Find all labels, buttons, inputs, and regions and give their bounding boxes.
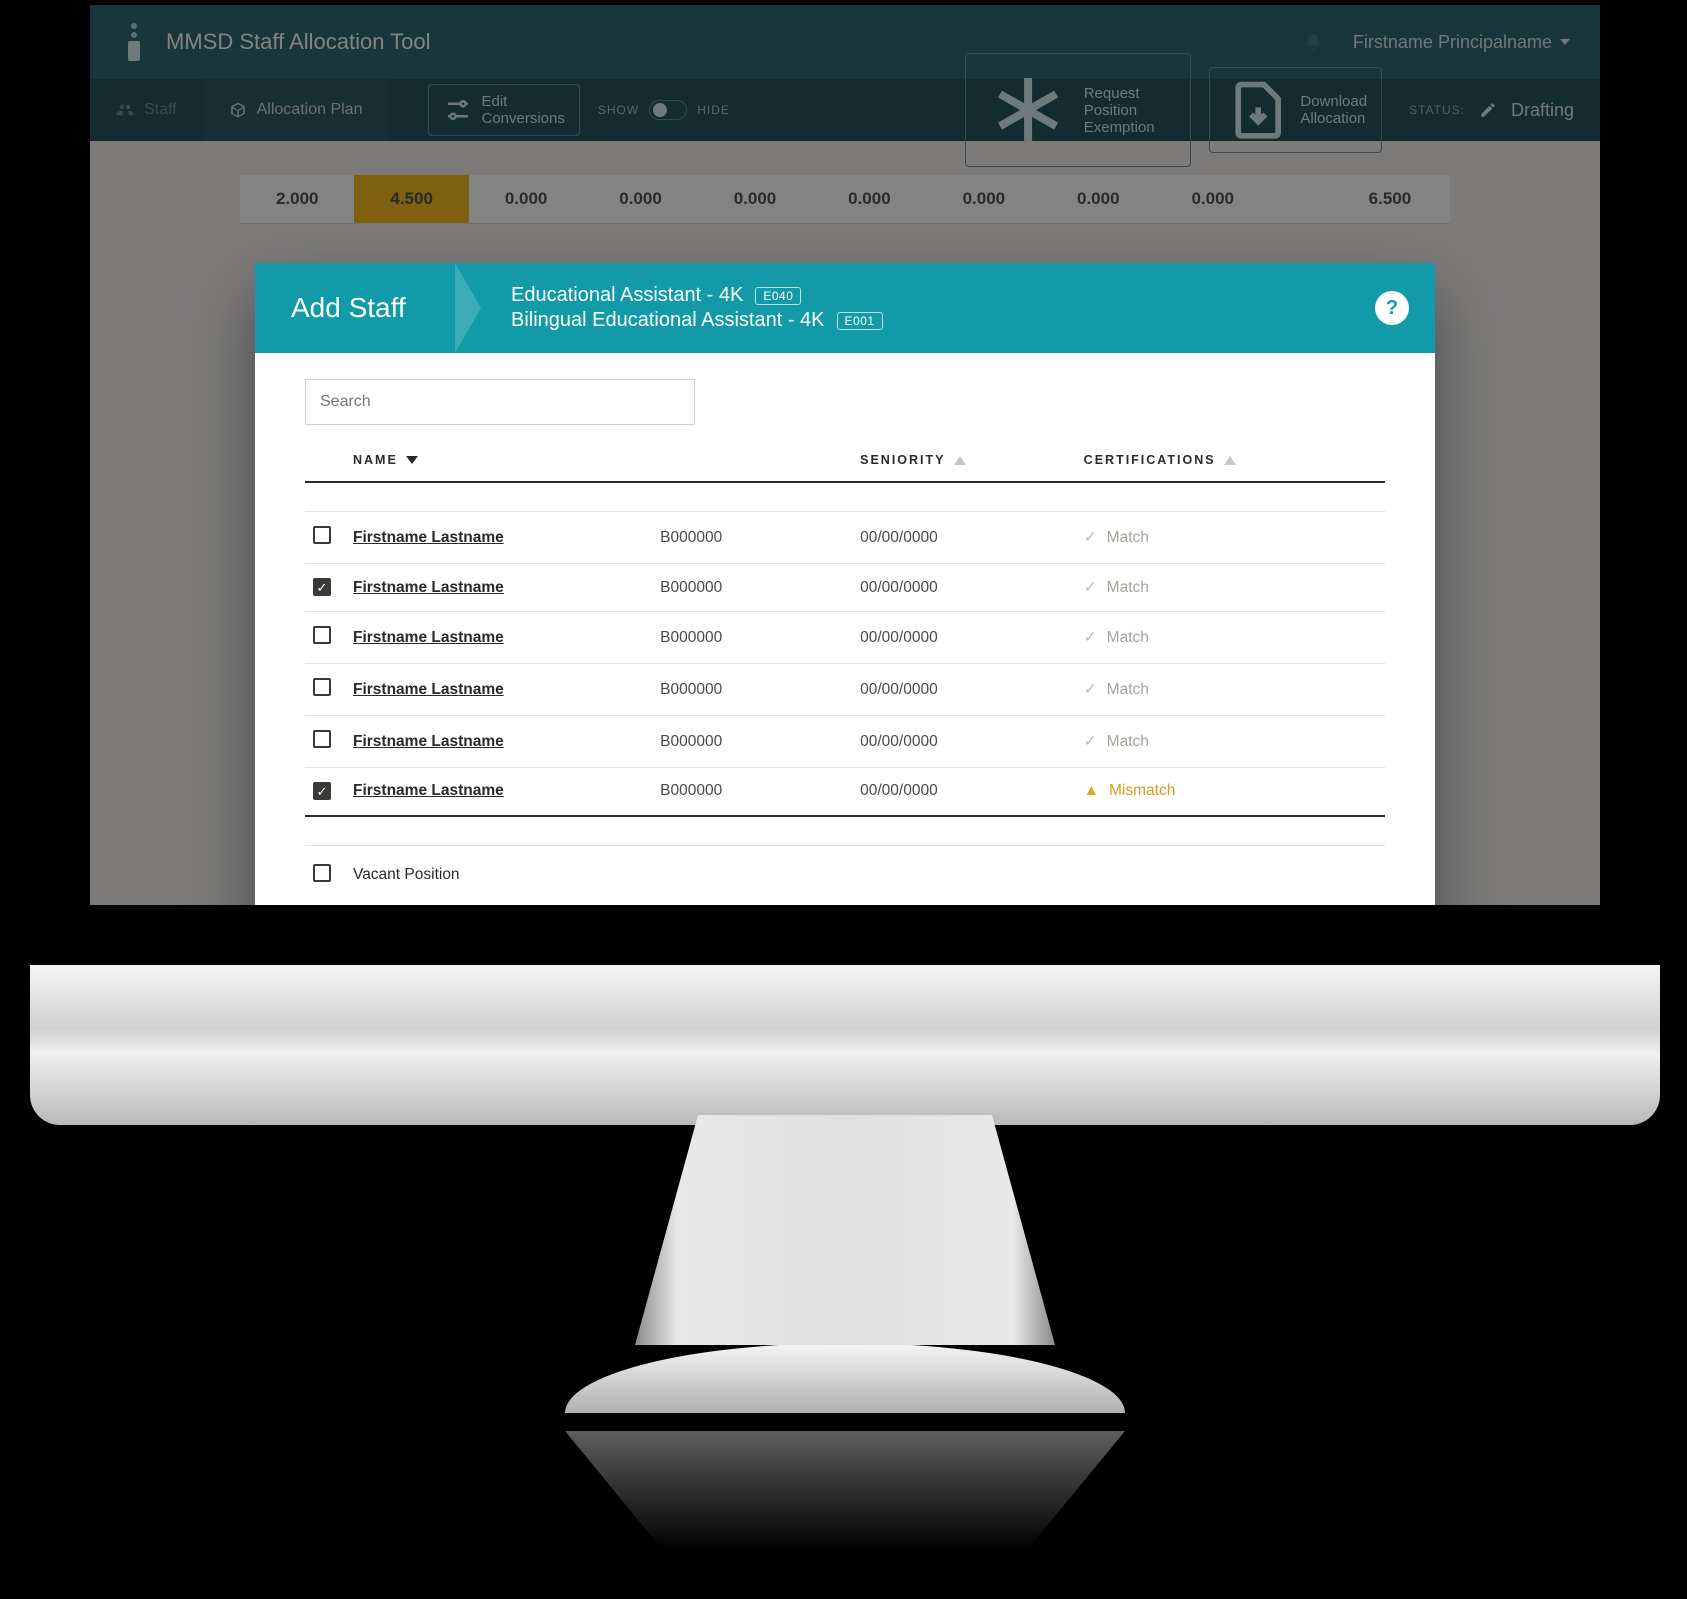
imac-device-frame: MMSD Staff Allocation Tool Firstname Pri… xyxy=(30,0,1660,1581)
position-2-title: Bilingual Educational Assistant - 4K xyxy=(511,309,825,332)
staff-seniority: 00/00/0000 xyxy=(852,716,1076,768)
position-1-title: Educational Assistant - 4K xyxy=(511,284,743,307)
modal-title: Add Staff xyxy=(255,263,455,353)
staff-id: B000000 xyxy=(652,512,852,564)
check-icon: ✓ xyxy=(1084,528,1097,547)
staff-seniority: 00/00/0000 xyxy=(852,564,1076,612)
staff-id: B000000 xyxy=(652,716,852,768)
check-icon: ✓ xyxy=(1084,680,1097,699)
vacant-label: Vacant Position xyxy=(345,845,1385,901)
staff-seniority: 00/00/0000 xyxy=(852,512,1076,564)
app-root: MMSD Staff Allocation Tool Firstname Pri… xyxy=(90,5,1600,905)
table-row: Firstname Lastname B000000 00/00/0000 ✓M… xyxy=(305,564,1385,612)
table-row: Firstname Lastname B000000 00/00/0000 ✓M… xyxy=(305,512,1385,564)
table-row: Firstname Lastname B000000 00/00/0000 ▲M… xyxy=(305,768,1385,816)
sort-seniority[interactable]: SENIORITY xyxy=(860,453,965,467)
staff-name-link[interactable]: Firstname Lastname xyxy=(353,579,504,596)
col-cert-label: CERTIFICATIONS xyxy=(1084,453,1216,467)
table-row: Firstname Lastname B000000 00/00/0000 ✓M… xyxy=(305,716,1385,768)
sort-asc-icon xyxy=(954,456,966,465)
imac-stand xyxy=(635,1115,1055,1345)
staff-id: B000000 xyxy=(652,612,852,664)
staff-seniority: 00/00/0000 xyxy=(852,768,1076,816)
staff-id: B000000 xyxy=(652,564,852,612)
staff-name-link[interactable]: Firstname Lastname xyxy=(353,681,504,698)
imac-foot xyxy=(565,1343,1125,1413)
cert-mismatch: ▲Mismatch xyxy=(1084,782,1377,800)
position-line-2: Bilingual Educational Assistant - 4K E00… xyxy=(511,309,883,332)
staff-seniority: 00/00/0000 xyxy=(852,612,1076,664)
staff-name-link[interactable]: Firstname Lastname xyxy=(353,782,504,799)
staff-id: B000000 xyxy=(652,664,852,716)
staff-id: B000000 xyxy=(652,768,852,816)
check-icon: ✓ xyxy=(1084,628,1097,647)
row-checkbox[interactable] xyxy=(313,678,331,696)
staff-name-link[interactable]: Firstname Lastname xyxy=(353,529,504,546)
warning-icon: ▲ xyxy=(1084,782,1099,800)
row-checkbox[interactable] xyxy=(313,626,331,644)
sort-name[interactable]: NAME xyxy=(353,453,418,467)
modal-backdrop: Add Staff Educational Assistant - 4K E04… xyxy=(90,5,1600,905)
position-1-code: E040 xyxy=(755,287,801,305)
add-staff-modal: Add Staff Educational Assistant - 4K E04… xyxy=(255,263,1435,905)
cert-match: ✓Match xyxy=(1084,578,1377,597)
sort-certifications[interactable]: CERTIFICATIONS xyxy=(1084,453,1236,467)
help-button[interactable]: ? xyxy=(1375,291,1409,325)
staff-seniority: 00/00/0000 xyxy=(852,664,1076,716)
check-icon: ✓ xyxy=(1084,732,1097,751)
row-checkbox[interactable] xyxy=(313,730,331,748)
col-name-label: NAME xyxy=(353,453,398,467)
position-2-code: E001 xyxy=(837,312,883,330)
cert-match: ✓Match xyxy=(1084,628,1377,647)
col-seniority-label: SENIORITY xyxy=(860,453,945,467)
vacant-row: Vacant Position xyxy=(305,845,1385,901)
row-checkbox[interactable] xyxy=(313,578,331,596)
staff-name-link[interactable]: Firstname Lastname xyxy=(353,733,504,750)
sort-desc-icon xyxy=(406,456,418,464)
search-input[interactable] xyxy=(305,379,695,425)
check-icon: ✓ xyxy=(1084,578,1097,597)
table-row: Firstname Lastname B000000 00/00/0000 ✓M… xyxy=(305,664,1385,716)
row-checkbox[interactable] xyxy=(313,864,331,882)
cert-match: ✓Match xyxy=(1084,528,1377,547)
imac-chin xyxy=(30,965,1660,1125)
position-line-1: Educational Assistant - 4K E040 xyxy=(511,284,883,307)
staff-name-link[interactable]: Firstname Lastname xyxy=(353,629,504,646)
sort-asc-icon xyxy=(1224,456,1236,465)
row-checkbox[interactable] xyxy=(313,526,331,544)
cert-match: ✓Match xyxy=(1084,680,1377,699)
staff-table: NAME SENIORITY xyxy=(305,453,1385,901)
modal-header: Add Staff Educational Assistant - 4K E04… xyxy=(255,263,1435,353)
table-row: Firstname Lastname B000000 00/00/0000 ✓M… xyxy=(305,612,1385,664)
row-checkbox[interactable] xyxy=(313,782,331,800)
imac-reflection xyxy=(565,1431,1125,1581)
cert-match: ✓Match xyxy=(1084,732,1377,751)
